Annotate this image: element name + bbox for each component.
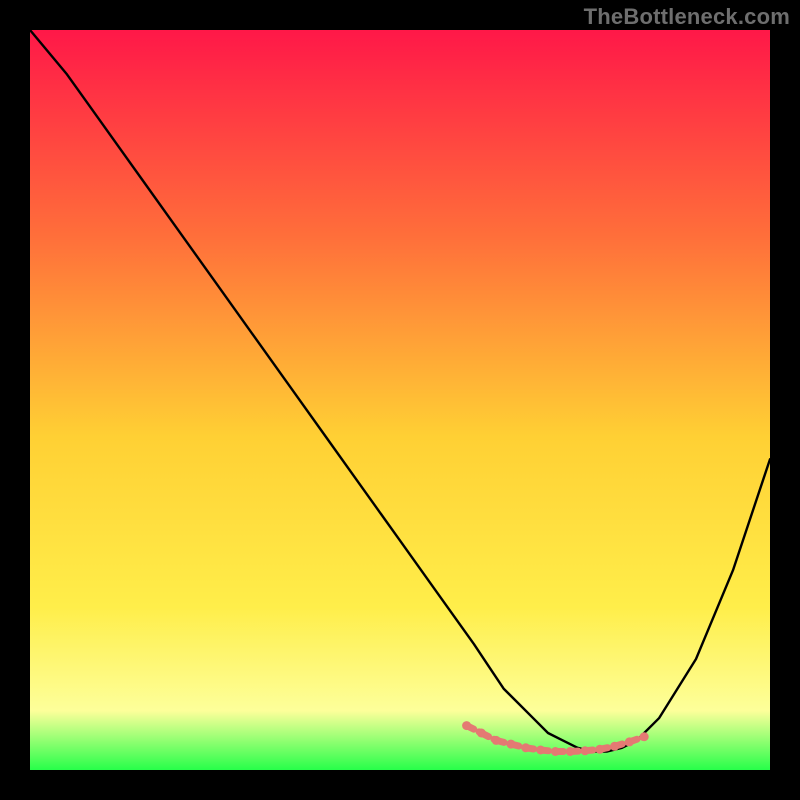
valley-marker-dot — [625, 737, 634, 746]
valley-marker-dot — [521, 743, 530, 752]
valley-marker-dot — [536, 746, 545, 755]
valley-marker-dot — [507, 740, 516, 749]
valley-marker-dot — [610, 742, 619, 751]
watermark-text: TheBottleneck.com — [584, 4, 790, 30]
valley-marker-dot — [462, 721, 471, 730]
valley-marker-dot — [566, 747, 575, 756]
valley-marker-dot — [581, 746, 590, 755]
gradient-background — [30, 30, 770, 770]
valley-marker-dot — [640, 732, 649, 741]
valley-marker-dot — [477, 729, 486, 738]
valley-marker-dot — [551, 747, 560, 756]
valley-marker-dot — [492, 736, 501, 745]
plot-area — [30, 30, 770, 770]
chart-frame: TheBottleneck.com — [0, 0, 800, 800]
plot-svg — [30, 30, 770, 770]
valley-marker-dot — [595, 745, 604, 754]
